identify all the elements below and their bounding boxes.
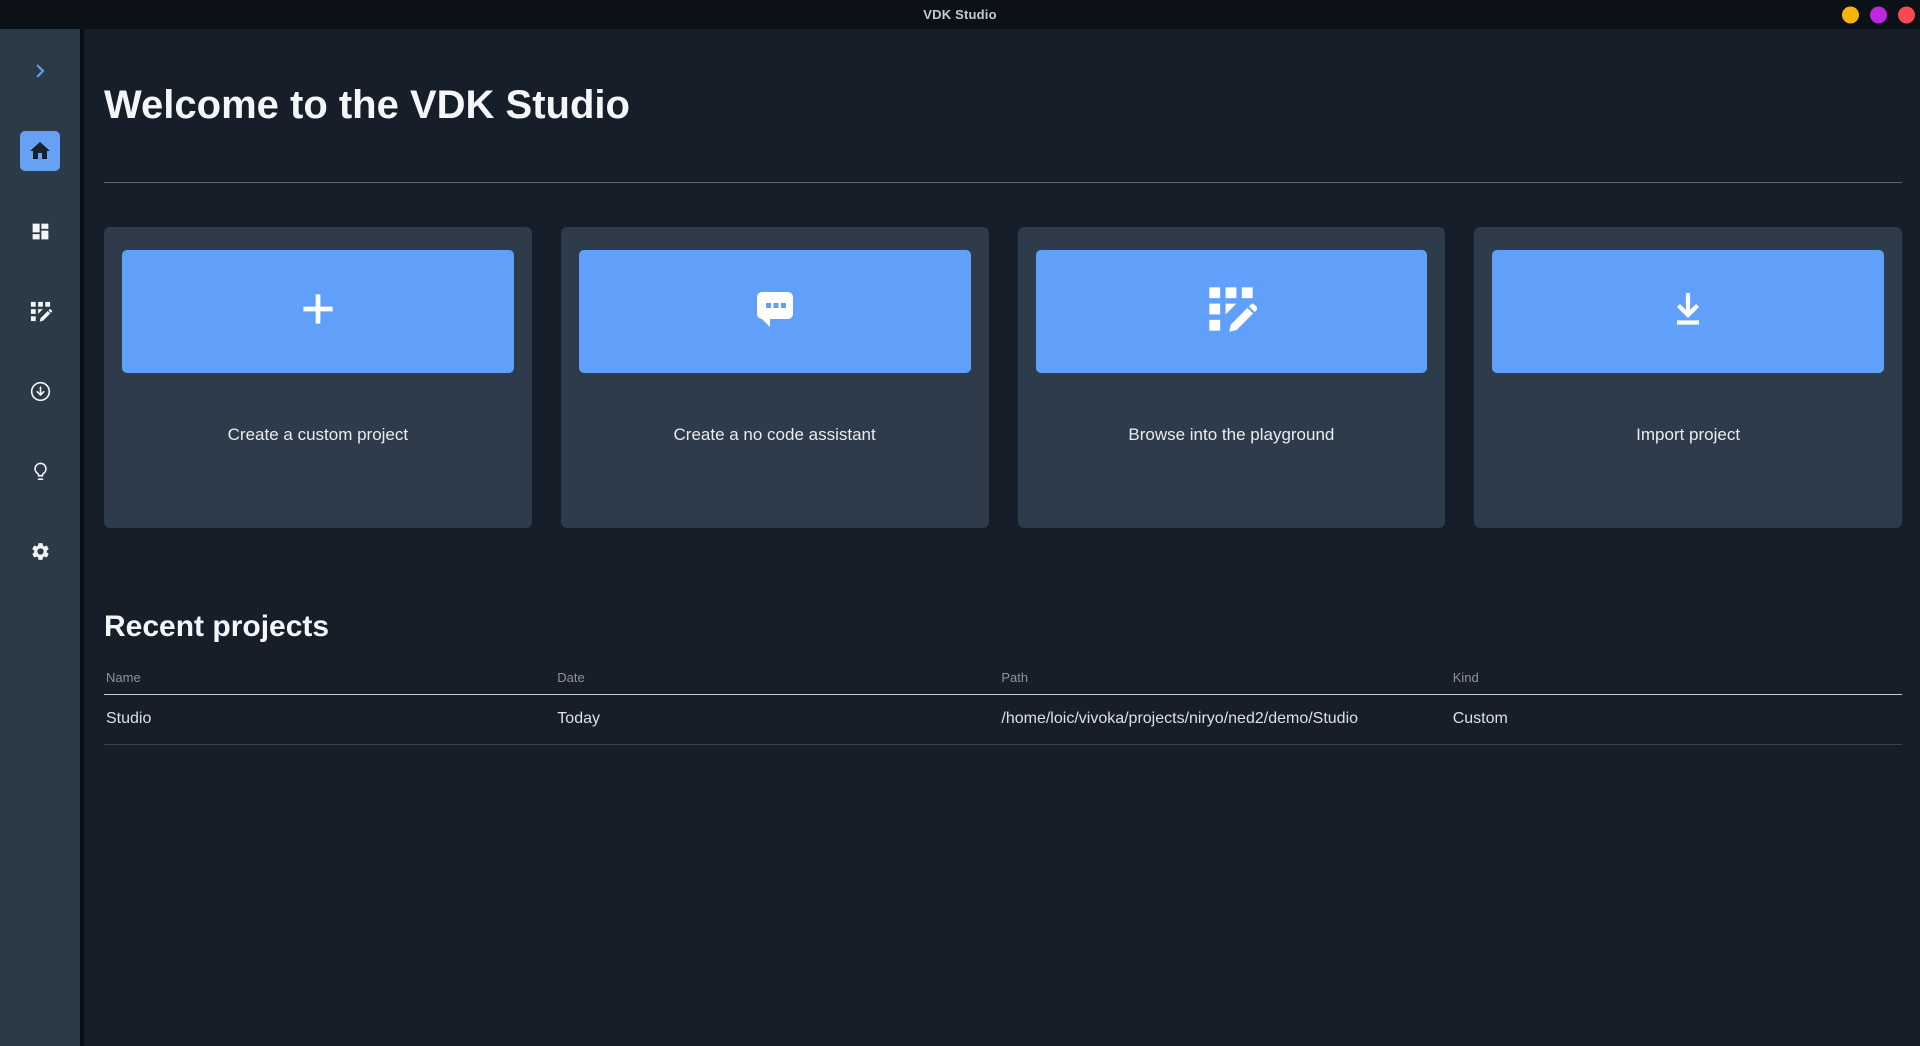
plus-icon: [293, 284, 343, 339]
chat-icon: [751, 285, 799, 338]
card-import-project[interactable]: Import project: [1474, 227, 1902, 528]
window-dot-yellow[interactable]: [1842, 6, 1859, 23]
table-header-row: Name Date Path Kind: [104, 645, 1902, 695]
window-dot-purple[interactable]: [1870, 6, 1887, 23]
cell-project-path: /home/loic/vivoka/projects/niryo/ned2/de…: [999, 694, 1451, 745]
card-label: Create a custom project: [227, 425, 409, 444]
sidebar-item-help[interactable]: [0, 431, 80, 511]
card-browse-playground[interactable]: Browse into the playground: [1017, 227, 1446, 528]
chevron-right-icon: [31, 62, 49, 80]
home-icon: [20, 131, 60, 171]
gear-icon: [30, 541, 51, 562]
cell-project-date: Today: [555, 694, 1000, 745]
table-row[interactable]: Studio Today /home/loic/vivoka/projects/…: [104, 694, 1902, 745]
card-create-no-code-assistant[interactable]: Create a no code assistant: [560, 227, 989, 528]
card-label: Browse into the playground: [1128, 425, 1335, 444]
grid-edit-icon: [1205, 283, 1258, 340]
sidebar-item-playground[interactable]: [0, 271, 80, 351]
card-label: Create a no code assistant: [673, 425, 876, 444]
download-circle-icon: [29, 380, 52, 403]
dashboard-icon: [30, 221, 51, 242]
recent-projects-title: Recent projects: [104, 610, 330, 643]
window-title: VDK Studio: [923, 7, 997, 22]
column-header-date: Date: [555, 645, 1000, 695]
window-controls: [1842, 6, 1915, 23]
page-title: Welcome to the VDK Studio: [104, 83, 630, 127]
column-header-kind: Kind: [1450, 645, 1902, 695]
title-divider: [104, 182, 1902, 183]
sidebar-item-home[interactable]: [0, 111, 80, 191]
action-cards: Create a custom project Create a no code…: [104, 227, 1902, 528]
card-label: Import project: [1636, 425, 1741, 444]
sidebar-item-settings[interactable]: [0, 511, 80, 591]
lightbulb-icon: [29, 460, 52, 483]
cell-project-name: Studio: [104, 694, 556, 745]
sidebar-expand-button[interactable]: [0, 31, 80, 111]
window-dot-red[interactable]: [1898, 6, 1915, 23]
column-header-path: Path: [999, 645, 1451, 695]
download-icon: [1664, 285, 1712, 338]
grid-edit-icon: [29, 300, 52, 323]
main-content: Welcome to the VDK Studio Create a custo…: [84, 29, 1920, 1046]
sidebar: [0, 29, 84, 1046]
sidebar-item-import[interactable]: [0, 351, 80, 431]
card-create-custom-project[interactable]: Create a custom project: [104, 227, 532, 528]
titlebar: VDK Studio: [0, 0, 1920, 29]
recent-projects-table: Name Date Path Kind Studio Today /home/l…: [104, 645, 1902, 745]
cell-project-kind: Custom: [1450, 694, 1902, 745]
sidebar-item-dashboard[interactable]: [0, 191, 80, 271]
column-header-name: Name: [104, 645, 556, 695]
